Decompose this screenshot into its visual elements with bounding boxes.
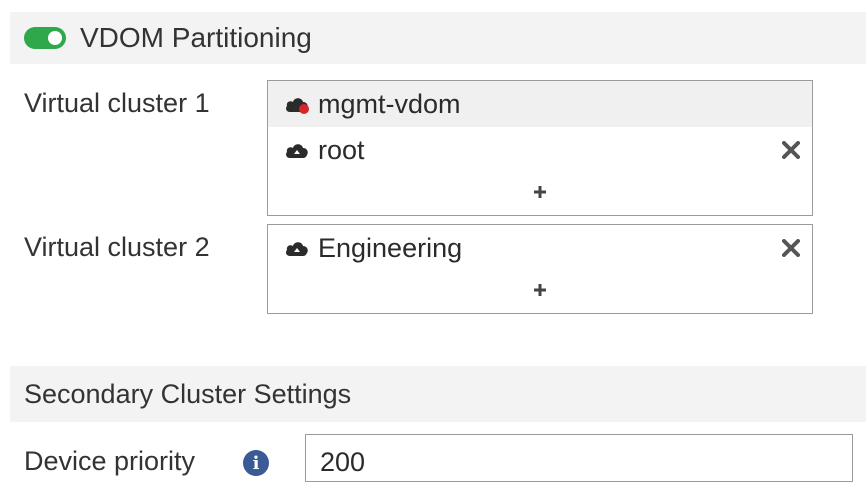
vdom-name: Engineering (318, 232, 463, 263)
vdom-name: root (318, 134, 365, 165)
add-vdom-cluster-1-button[interactable] (268, 173, 812, 211)
cloud-icon (284, 238, 310, 258)
secondary-cluster-settings-title: Secondary Cluster Settings (24, 378, 352, 409)
secondary-cluster-settings-header: Secondary Cluster Settings (10, 366, 866, 422)
vdom-partitioning-header: VDOM Partitioning (10, 12, 866, 64)
close-icon (782, 239, 800, 257)
toggle-knob (48, 31, 62, 45)
remove-engineering-button[interactable] (780, 237, 802, 259)
cloud-icon (284, 140, 310, 160)
plus-icon (534, 284, 546, 296)
vdom-item-root[interactable]: root (268, 127, 812, 173)
remove-root-button[interactable] (780, 139, 802, 161)
vdom-name: mgmt-vdom (318, 88, 461, 119)
close-icon (782, 141, 800, 159)
info-icon[interactable]: i (243, 450, 269, 476)
vdom-item-mgmt-vdom[interactable]: mgmt-vdom (268, 81, 812, 127)
vdom-partitioning-toggle[interactable] (24, 27, 66, 49)
vdom-item-engineering[interactable]: Engineering (268, 225, 812, 271)
add-vdom-cluster-2-button[interactable] (268, 271, 812, 309)
virtual-cluster-2-list: Engineering (267, 224, 813, 314)
virtual-cluster-2-label: Virtual cluster 2 (24, 232, 210, 262)
virtual-cluster-1-label: Virtual cluster 1 (24, 88, 210, 118)
virtual-cluster-1-list: mgmt-vdom root (267, 80, 813, 216)
device-priority-input[interactable] (305, 434, 853, 482)
vdom-partitioning-title: VDOM Partitioning (80, 22, 312, 53)
cloud-alert-icon (284, 94, 310, 114)
plus-icon (534, 186, 546, 198)
device-priority-label: Device priority (24, 446, 196, 476)
